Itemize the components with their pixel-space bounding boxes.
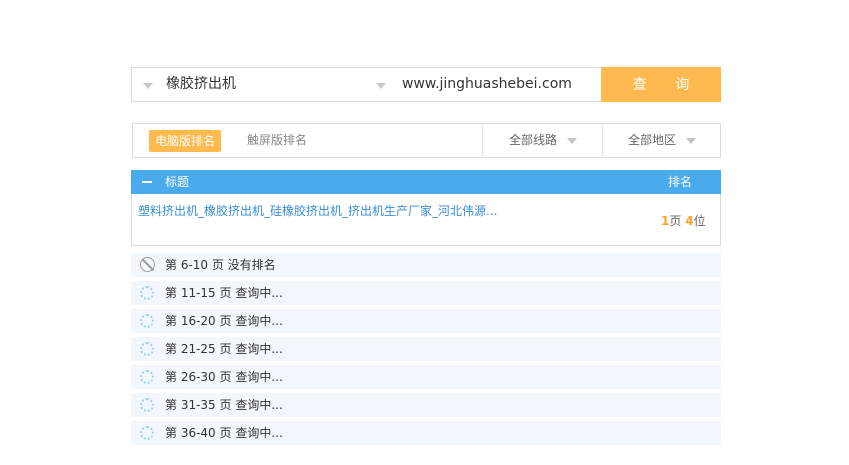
tab-mobile-rank[interactable]: 触屏版排名 xyxy=(247,124,307,157)
route-dropdown-label: 全部线路 xyxy=(509,133,558,147)
tab-pc-rank[interactable]: 电脑版排名 xyxy=(149,130,222,152)
list-item: 第 26-30 页 查询中... xyxy=(131,365,721,389)
loading-spinner-icon xyxy=(140,426,154,440)
chevron-down-icon xyxy=(686,138,696,144)
list-item: 第 31-35 页 查询中... xyxy=(131,393,721,417)
loading-spinner-icon xyxy=(140,286,154,300)
loading-spinner-icon xyxy=(140,342,154,356)
list-item: 第 6-10 页 没有排名 xyxy=(131,253,721,277)
page-range-status: 第 36-40 页 查询中... xyxy=(165,426,283,440)
loading-spinner-icon xyxy=(140,314,154,328)
collapse-icon[interactable] xyxy=(142,181,152,183)
domain-input[interactable]: www.jinghuashebei.com xyxy=(402,68,572,101)
page-range-status: 第 11-15 页 查询中... xyxy=(165,286,283,300)
list-item: 第 21-25 页 查询中... xyxy=(131,337,721,361)
column-title: 标题 xyxy=(165,175,190,189)
rank-page-unit: 页 xyxy=(669,214,682,228)
rank-position-unit: 位 xyxy=(693,214,706,228)
keyword-input[interactable]: 橡胶挤出机 xyxy=(166,68,236,101)
region-dropdown[interactable]: 全部地区 xyxy=(602,124,721,157)
result-title-link[interactable]: 塑料挤出机_橡胶挤出机_硅橡胶挤出机_挤出机生产厂家_河北伟源... xyxy=(138,202,497,219)
list-item: 第 11-15 页 查询中... xyxy=(131,281,721,305)
table-row: 塑料挤出机_橡胶挤出机_硅橡胶挤出机_挤出机生产厂家_河北伟源... 1页 4位 xyxy=(131,194,721,246)
list-item: 第 16-20 页 查询中... xyxy=(131,309,721,333)
region-dropdown-label: 全部地区 xyxy=(628,133,677,147)
page-range-status: 第 31-35 页 查询中... xyxy=(165,398,283,412)
page-range-status: 第 26-30 页 查询中... xyxy=(165,370,283,384)
results-table-header: 标题 排名 xyxy=(131,170,721,194)
list-item: 第 36-40 页 查询中... xyxy=(131,421,721,445)
result-rank: 1页 4位 xyxy=(661,212,706,229)
loading-spinner-icon xyxy=(140,370,154,384)
filter-bar: 电脑版排名 触屏版排名 全部线路 全部地区 xyxy=(132,123,721,158)
page-range-status: 第 6-10 页 没有排名 xyxy=(165,258,276,272)
column-rank: 排名 xyxy=(668,175,693,189)
chevron-down-icon xyxy=(567,138,577,144)
page-range-status: 第 21-25 页 查询中... xyxy=(165,342,283,356)
no-rank-icon xyxy=(140,257,155,272)
loading-spinner-icon xyxy=(140,398,154,412)
route-dropdown[interactable]: 全部线路 xyxy=(482,124,603,157)
page-range-status: 第 16-20 页 查询中... xyxy=(165,314,283,328)
rank-position-number: 4 xyxy=(685,214,694,228)
domain-dropdown-caret-icon[interactable] xyxy=(376,83,386,89)
query-button[interactable]: 查 询 xyxy=(601,67,721,102)
search-bar: 橡胶挤出机 www.jinghuashebei.com 查 询 xyxy=(131,67,721,102)
keyword-dropdown-caret-icon[interactable] xyxy=(143,83,153,89)
